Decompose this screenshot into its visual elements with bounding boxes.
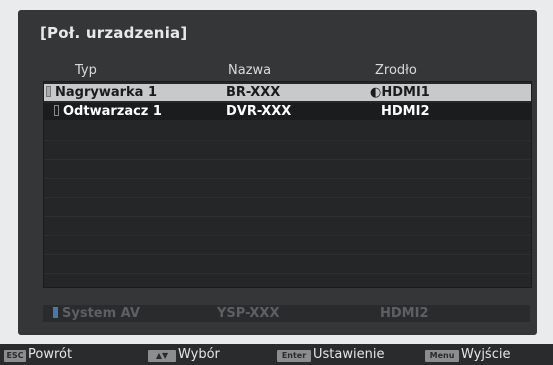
enter-key-icon: Enter [277, 350, 311, 362]
list-divider [44, 159, 531, 160]
select-hint[interactable]: ▲▼ Wybór [148, 347, 220, 362]
menu-key-icon: Menu [425, 350, 459, 362]
device-indicator-icon [46, 86, 51, 97]
device-type: Nagrywarka 1 [46, 84, 157, 101]
list-divider [44, 273, 531, 274]
list-divider [44, 140, 531, 141]
device-row-2[interactable]: Odtwarzacz 1 DVR-XXX HDMI2 [44, 103, 531, 120]
list-divider [44, 254, 531, 255]
exit-label: Wyjście [461, 347, 511, 362]
device-source: HDMI2 [381, 104, 430, 119]
list-divider [44, 216, 531, 217]
device-source: ◐HDMI1 [370, 85, 430, 100]
av-system-row: System AV YSP-XXX HDMI2 [43, 305, 530, 322]
device-list: Nagrywarka 1 BR-XXX ◐HDMI1 Odtwarzacz 1 … [43, 81, 532, 288]
device-name: DVR-XXX [226, 104, 292, 119]
enter-hint[interactable]: Enter Ustawienie [277, 347, 384, 362]
column-header-type: Typ [75, 63, 97, 78]
device-row-1[interactable]: Nagrywarka 1 BR-XXX ◐HDMI1 [44, 84, 531, 101]
list-divider [44, 235, 531, 236]
esc-key-icon: ESC [4, 350, 26, 362]
arrow-keys-icon: ▲▼ [148, 350, 176, 362]
exit-hint[interactable]: Menu Wyjście [425, 347, 510, 362]
av-system-type: System AV [53, 305, 140, 322]
device-indicator-icon [54, 105, 59, 116]
footer-bar: ESC Powrót ▲▼ Wybór Enter Ustawienie Menu Wy… [0, 344, 553, 365]
power-icon: ◐ [370, 85, 382, 100]
select-label: Wybór [178, 347, 220, 362]
back-label: Powrót [28, 347, 73, 362]
list-divider [44, 178, 531, 179]
screen-title: [Poł. urzadzenia] [40, 24, 188, 42]
column-header-name: Nazwa [228, 63, 272, 78]
back-hint[interactable]: ESC Powrót [4, 347, 72, 362]
device-name: BR-XXX [226, 85, 281, 100]
list-divider [44, 197, 531, 198]
enter-label: Ustawienie [313, 347, 385, 362]
av-system-indicator-icon [53, 307, 58, 318]
av-system-source: HDMI2 [380, 306, 429, 321]
device-type: Odtwarzacz 1 [54, 103, 162, 120]
column-header-source: Zrodło [375, 63, 417, 78]
av-system-name: YSP-XXX [217, 306, 280, 321]
